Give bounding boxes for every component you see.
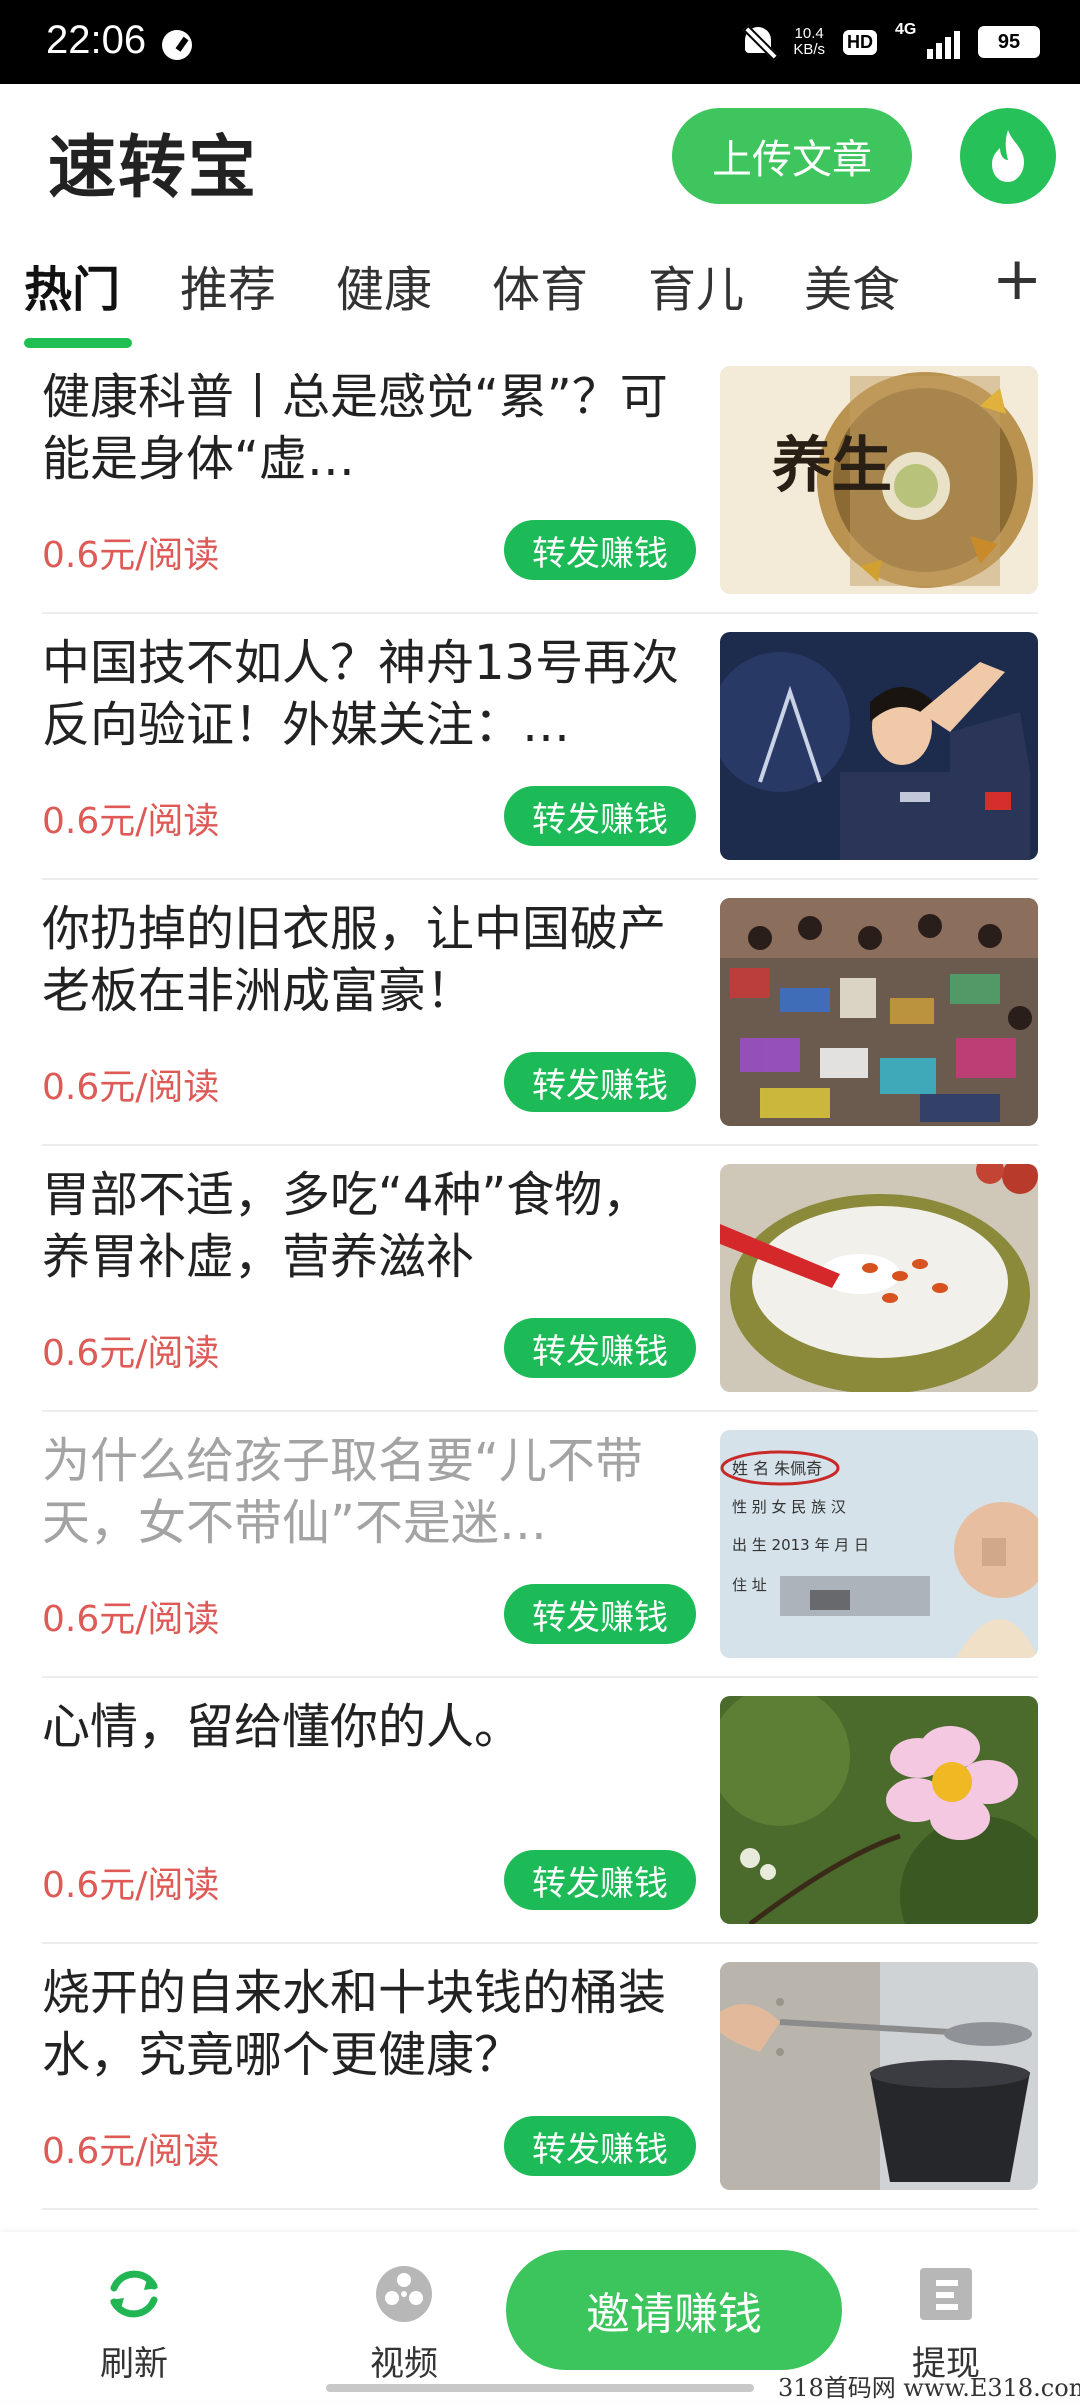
share-earn-button[interactable]: 转发赚钱 [504, 1850, 696, 1910]
crowd-market-image [720, 898, 1038, 1126]
share-earn-button[interactable]: 转发赚钱 [504, 520, 696, 580]
status-icons: 10.4 KB/s HD 4G 95 [741, 20, 1040, 64]
net-speed-value: 10.4 [794, 25, 824, 42]
article-thumbnail[interactable] [720, 632, 1038, 860]
share-earn-button[interactable]: 转发赚钱 [504, 786, 696, 846]
article-price: 0.6元/阅读 [42, 535, 220, 576]
article-title[interactable]: 胃部不适，多吃“4种”食物，养胃补虚，营养滋补 [42, 1164, 692, 1288]
tea-cup-image: 养生 [720, 366, 1038, 594]
article-thumbnail[interactable] [720, 1164, 1038, 1392]
idcard-birth: 出 生 2013 年 月 日 [732, 1536, 869, 1554]
article-price: 0.6元/阅读 [42, 1067, 220, 1108]
article-title[interactable]: 你扔掉的旧衣服，让中国破产老板在非洲成富豪！ [42, 898, 692, 1022]
battery-icon: 95 [978, 26, 1040, 58]
article-price: 0.6元/阅读 [42, 801, 220, 842]
hd-badge: HD [843, 29, 877, 55]
signal-icon: 4G [895, 21, 960, 59]
gauge-icon [162, 30, 192, 60]
share-earn-button[interactable]: 转发赚钱 [504, 2116, 696, 2176]
hot-button[interactable] [960, 108, 1056, 204]
watermark: 318首码网 www.E318.com [778, 2374, 1080, 2402]
tab-food[interactable]: 美食 [804, 250, 900, 320]
app-title: 速转宝 [48, 129, 259, 208]
article-thumbnail[interactable] [720, 1962, 1038, 2190]
tab-parenting[interactable]: 育儿 [648, 250, 744, 320]
id-card-image: 姓 名 朱佩奇 性 别 女 民 族 汉 出 生 2013 年 月 日 住 址 [720, 1430, 1038, 1658]
nav-withdraw[interactable]: 提现 [876, 2262, 1016, 2385]
article-thumbnail[interactable]: 养生 [720, 366, 1038, 594]
divider [42, 1676, 1038, 1678]
film-reel-icon [376, 2266, 432, 2322]
net-speed-unit: KB/s [793, 41, 825, 58]
tab-health[interactable]: 健康 [336, 250, 432, 320]
article-price: 0.6元/阅读 [42, 1333, 220, 1374]
article-item[interactable]: 心情，留给懂你的人。 0.6元/阅读 转发赚钱 [0, 1686, 1080, 1952]
divider [42, 1144, 1038, 1146]
refresh-icon [110, 2270, 158, 2318]
nav-refresh-label: 刷新 [100, 2344, 168, 2384]
article-item[interactable]: 你扔掉的旧衣服，让中国破产老板在非洲成富豪！ 0.6元/阅读 转发赚钱 [0, 888, 1080, 1154]
article-price: 0.6元/阅读 [42, 1599, 220, 1640]
idcard-sex: 性 别 女 民 族 汉 [732, 1498, 846, 1516]
article-item[interactable]: 中国技不如人？神舟13号再次反向验证！外媒关注：… 0.6元/阅读 转发赚钱 [0, 622, 1080, 888]
porridge-bowl-image [720, 1164, 1038, 1392]
status-bar: 22:06 10.4 KB/s HD 4G 95 [0, 0, 1080, 84]
article-item[interactable]: 为什么给孩子取名要“儿不带天，女不带仙”不是迷… 0.6元/阅读 转发赚钱 姓 … [0, 1420, 1080, 1686]
article-title[interactable]: 中国技不如人？神舟13号再次反向验证！外媒关注：… [42, 632, 692, 756]
net-speed: 10.4 KB/s [793, 26, 825, 58]
tab-recommend[interactable]: 推荐 [180, 250, 276, 320]
withdraw-icon [920, 2268, 972, 2320]
article-item[interactable]: 健康科普丨总是感觉“累”？可能是身体“虚… 0.6元/阅读 转发赚钱 养生 [0, 356, 1080, 622]
tea-big-text: 养生 [772, 431, 892, 501]
divider [42, 878, 1038, 880]
divider [42, 1410, 1038, 1412]
article-thumbnail[interactable] [720, 898, 1038, 1126]
article-thumbnail[interactable] [720, 1696, 1038, 1924]
divider [42, 1942, 1038, 1944]
idcard-name: 姓 名 朱佩奇 [732, 1459, 822, 1478]
invite-earn-button[interactable]: 邀请赚钱 [506, 2250, 842, 2370]
divider [42, 2208, 1038, 2210]
spoon-bowl-image [720, 1962, 1038, 2190]
article-item[interactable]: 烧开的自来水和十块钱的桶装水，究竟哪个更健康？ 0.6元/阅读 转发赚钱 [0, 1952, 1080, 2218]
pink-flower-image [720, 1696, 1038, 1924]
nav-video[interactable]: 视频 [334, 2262, 474, 2385]
share-earn-button[interactable]: 转发赚钱 [504, 1052, 696, 1112]
idcard-addr: 住 址 [732, 1576, 767, 1594]
article-title[interactable]: 心情，留给懂你的人。 [42, 1696, 692, 1820]
divider [42, 612, 1038, 614]
nav-video-label: 视频 [370, 2344, 438, 2384]
article-price: 0.6元/阅读 [42, 1865, 220, 1906]
article-title[interactable]: 为什么给孩子取名要“儿不带天，女不带仙”不是迷… [42, 1430, 692, 1554]
nav-refresh[interactable]: 刷新 [64, 2262, 204, 2385]
article-title[interactable]: 健康科普丨总是感觉“累”？可能是身体“虚… [42, 366, 692, 490]
upload-article-button[interactable]: 上传文章 [672, 108, 912, 204]
add-tab-button[interactable]: + [992, 244, 1042, 314]
article-price: 0.6元/阅读 [42, 2131, 220, 2172]
category-tabs: 热门 推荐 健康 体育 育儿 美食 + [0, 244, 1080, 350]
share-earn-button[interactable]: 转发赚钱 [504, 1318, 696, 1378]
astronaut-salute-image [720, 632, 1038, 860]
status-time: 22:06 [46, 18, 147, 62]
tab-sports[interactable]: 体育 [492, 250, 588, 320]
article-thumbnail[interactable]: 姓 名 朱佩奇 性 别 女 民 族 汉 出 生 2013 年 月 日 住 址 [720, 1430, 1038, 1658]
mute-bell-icon [741, 23, 775, 61]
article-item[interactable]: 胃部不适，多吃“4种”食物，养胃补虚，营养滋补 0.6元/阅读 转发赚钱 [0, 1154, 1080, 1420]
share-earn-button[interactable]: 转发赚钱 [504, 1584, 696, 1644]
active-tab-indicator [24, 338, 132, 348]
article-title[interactable]: 烧开的自来水和十块钱的桶装水，究竟哪个更健康？ [42, 1962, 692, 2086]
tab-hot[interactable]: 热门 [24, 250, 120, 320]
home-indicator[interactable] [326, 2384, 754, 2392]
flame-icon [992, 130, 1024, 182]
network-type: 4G [895, 21, 917, 38]
